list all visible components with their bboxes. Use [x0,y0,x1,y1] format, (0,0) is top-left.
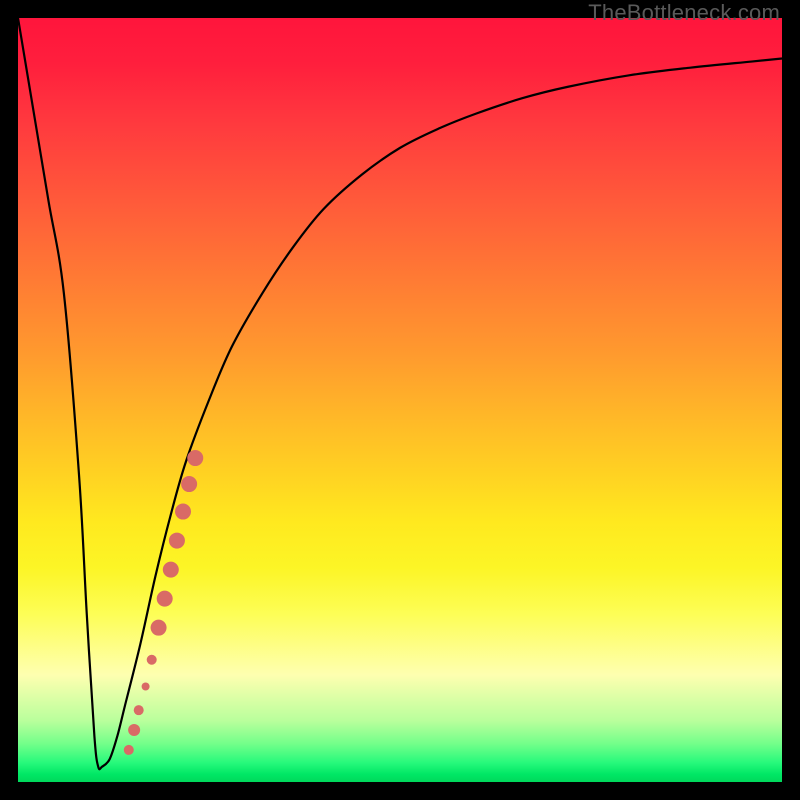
highlight-dot [187,450,203,466]
highlight-dot [151,620,167,636]
highlight-dot [124,745,134,755]
highlight-dot [134,705,144,715]
chart-frame: TheBottleneck.com [0,0,800,800]
highlight-dot [163,562,179,578]
highlight-dot [169,533,185,549]
watermark-text: TheBottleneck.com [588,0,780,26]
chart-svg [18,18,782,782]
highlight-dot [147,655,157,665]
bottleneck-curve [18,18,782,769]
highlight-dot [128,724,140,736]
highlight-dot [142,683,150,691]
highlight-dot [157,591,173,607]
dot-cluster [124,450,203,755]
highlight-dot [175,504,191,520]
highlight-dot [181,476,197,492]
